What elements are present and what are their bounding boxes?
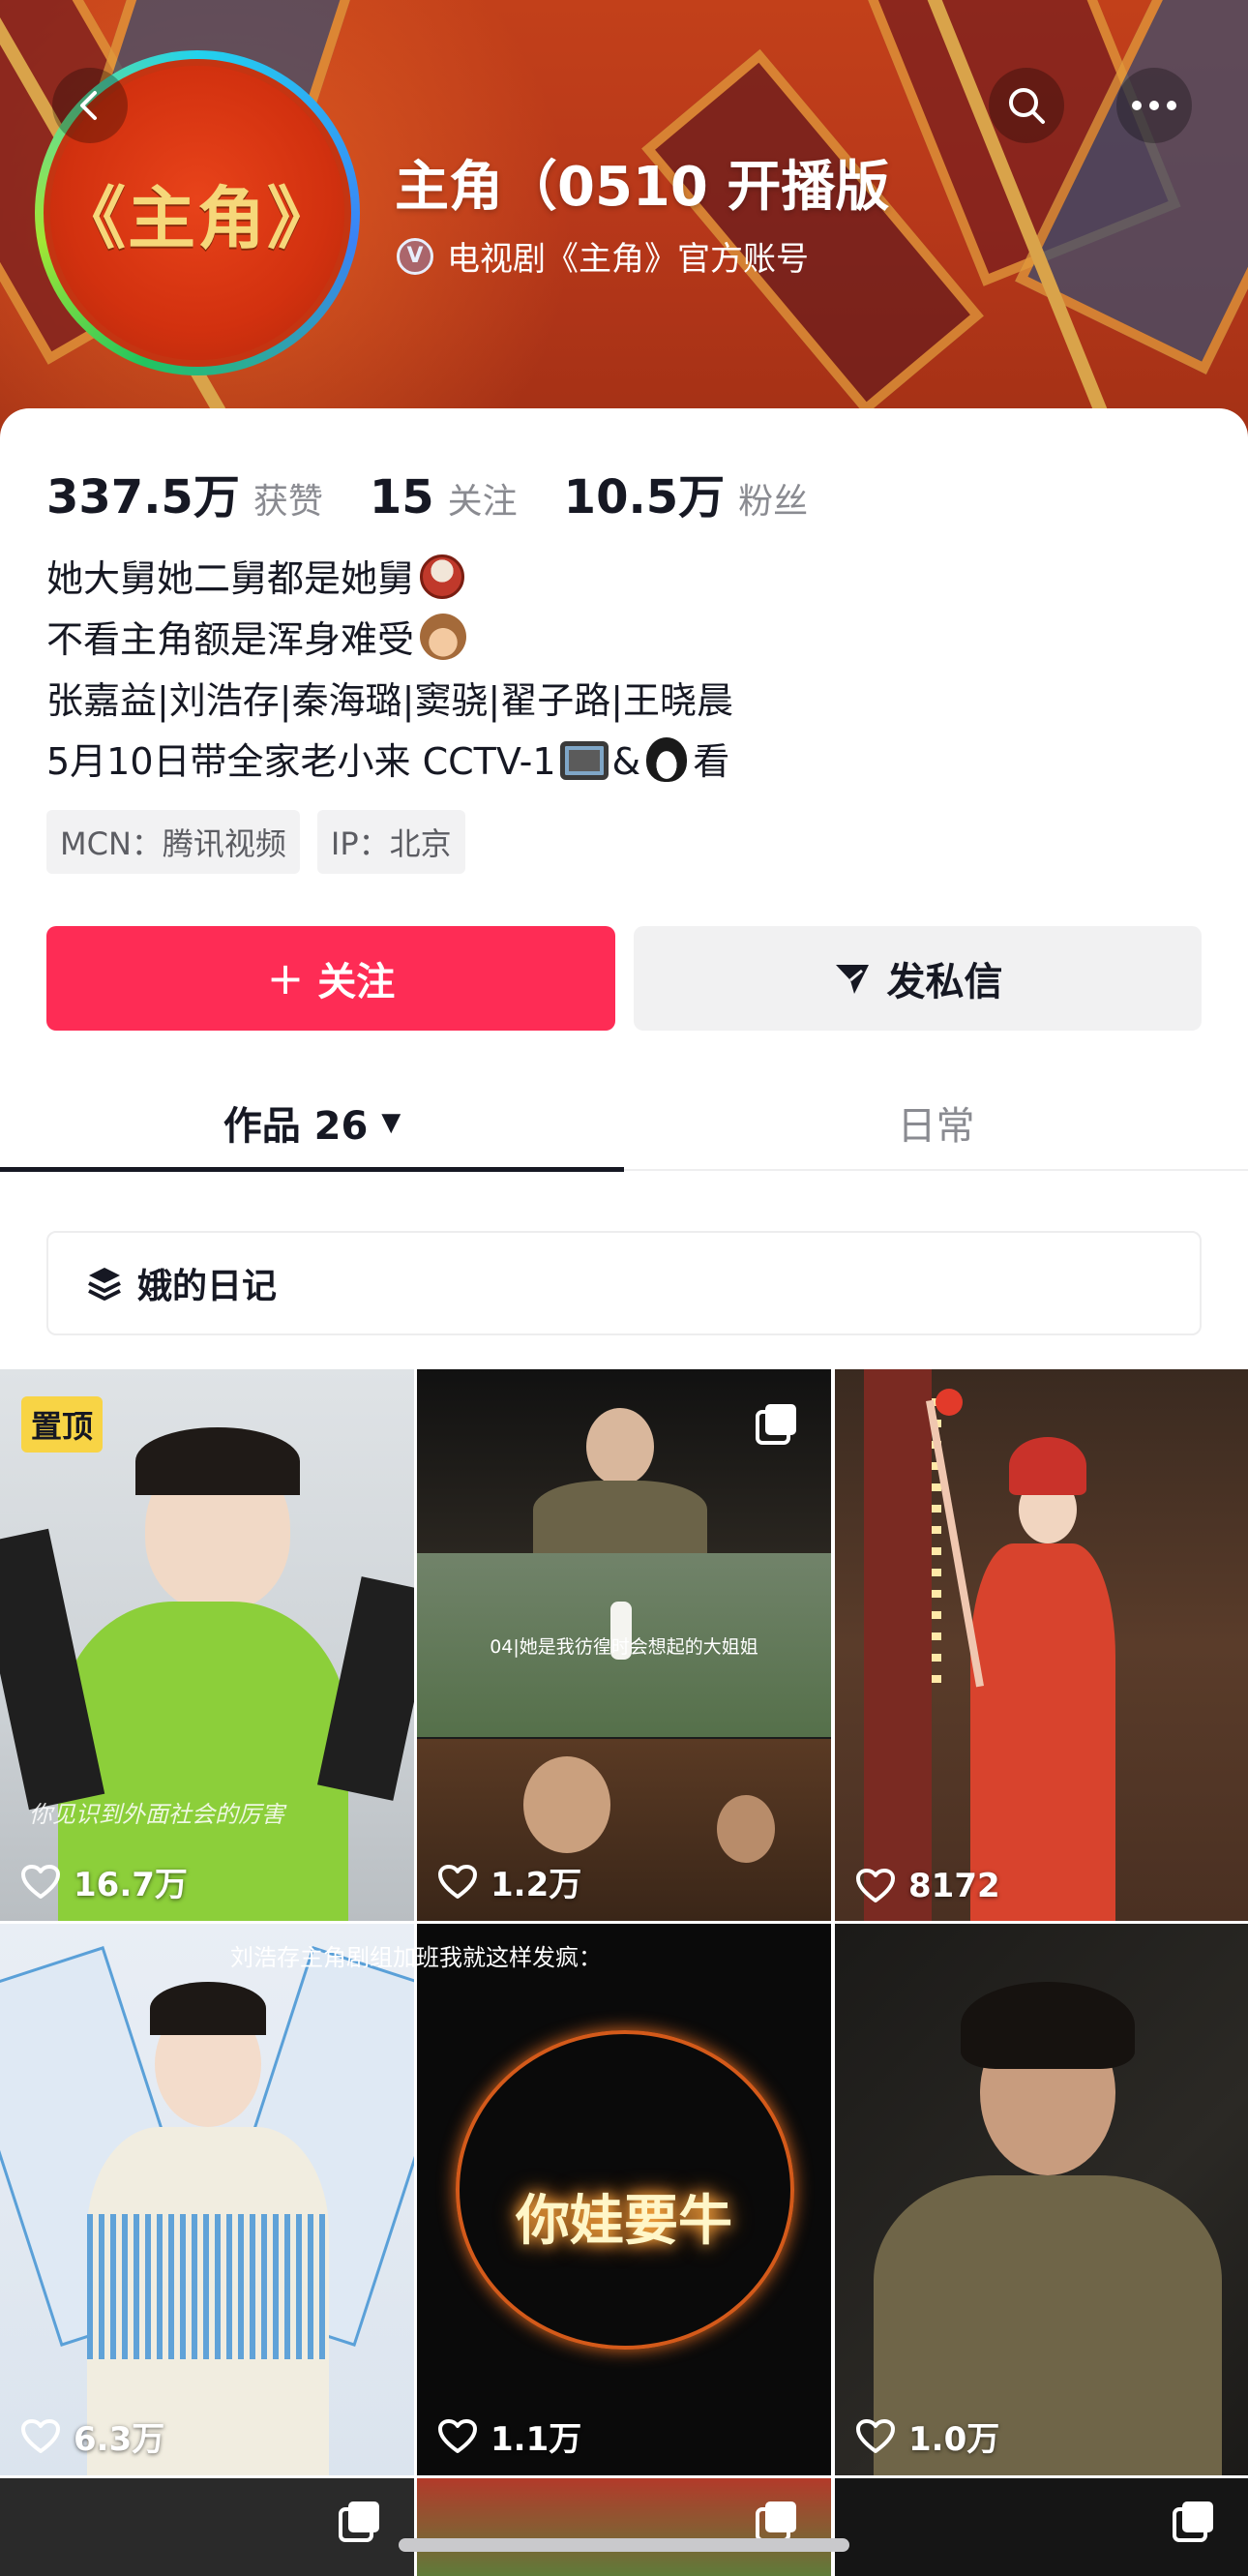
drum-emoji-icon — [420, 554, 465, 599]
tab-daily-label: 日常 — [897, 1104, 975, 1149]
bio-line: 她大舅她二舅都是她舅 — [46, 549, 733, 610]
follow-label: 关注 — [317, 960, 396, 1004]
row-caption: 刘浩存主角剧组加班我就这样发疯： — [230, 1944, 602, 1971]
video-tile[interactable]: 8172 — [835, 1369, 1248, 1921]
bio-line: 5月10日带全家老小来 CCTV-1 & 看 — [46, 732, 733, 793]
multi-image-icon — [756, 2501, 796, 2542]
following-label[interactable]: 关注 — [448, 473, 518, 524]
video-tile[interactable]: 04|她是我彷徨时会想起的大姐姐 1.2万 — [417, 1369, 831, 1921]
bio-text: 不看主角额是浑身难受 — [46, 618, 415, 661]
stats-row: 337.5万 获赞 15 关注 10.5万 粉丝 — [46, 459, 854, 526]
likes-count: 16.7万 — [74, 1866, 188, 1904]
following-count[interactable]: 15 — [370, 470, 434, 524]
message-label: 发私信 — [886, 960, 1003, 1004]
ip-location-tag: IP：北京 — [316, 810, 465, 874]
likes-count: 1.0万 — [908, 2420, 1000, 2459]
likes-count: 8172 — [908, 1867, 1000, 1905]
multi-image-icon — [1173, 2501, 1213, 2542]
video-tile[interactable]: 你娃要牛 1.1万 — [417, 1924, 831, 2475]
likes-count: 1.2万 — [490, 1866, 582, 1904]
caret-down-icon: ▼ — [381, 1108, 401, 1137]
bio-line: 张嘉益|刘浩存|秦海璐|窦骁|翟子路|王晓晨 — [46, 671, 733, 732]
heart-icon — [856, 2418, 895, 2453]
bio-line: 不看主角额是浑身难受 — [46, 610, 733, 671]
heart-icon — [21, 2418, 60, 2453]
bio-cast-text: 张嘉益|刘浩存|秦海璐|窦骁|翟子路|王晓晨 — [46, 679, 734, 722]
verified-icon: V — [397, 237, 433, 275]
video-likes: 1.2万 — [438, 1858, 581, 1905]
verification-row: V 电视剧《主角》官方账号 — [397, 232, 809, 280]
video-tile[interactable]: 6.3万 — [0, 1924, 414, 2475]
likes-count: 337.5万 — [46, 470, 240, 524]
video-caption: 你见识到外面社会的厉害 — [29, 1801, 284, 1828]
bio-text: 看 — [693, 740, 730, 783]
content-tabs: 作品 26 ▼ 日常 — [0, 1076, 1248, 1172]
video-thumbnail — [835, 1369, 1248, 1921]
search-icon — [1009, 88, 1045, 124]
video-tile[interactable] — [417, 2478, 831, 2576]
back-icon — [80, 91, 97, 120]
back-button[interactable] — [52, 68, 128, 143]
profile-tags: MCN：腾讯视频 IP：北京 — [46, 810, 483, 874]
avatar-logo-text: 《主角》 — [58, 177, 337, 258]
bio: 她大舅她二舅都是她舅 不看主角额是浑身难受 张嘉益|刘浩存|秦海璐|窦骁|翟子路… — [46, 549, 733, 793]
video-tile[interactable] — [0, 2478, 414, 2576]
layers-icon — [88, 1268, 121, 1301]
video-caption: 04|她是我彷徨时会想起的大姐姐 — [490, 1636, 758, 1658]
more-button[interactable] — [1116, 68, 1192, 143]
heart-icon — [438, 1864, 477, 1899]
penguin-emoji-icon — [646, 737, 688, 782]
video-thumbnail — [835, 1924, 1248, 2475]
tv-emoji-icon — [559, 741, 609, 780]
plus-icon: + — [266, 952, 305, 1004]
home-indicator[interactable] — [399, 2538, 849, 2552]
followers-count[interactable]: 10.5万 — [564, 459, 725, 526]
collection-entry[interactable]: 娥的日记 — [46, 1231, 1202, 1335]
heart-icon — [21, 1864, 60, 1899]
multi-image-icon — [756, 1404, 796, 1445]
video-likes: 1.0万 — [856, 2412, 999, 2460]
video-likes: 8172 — [856, 1867, 1000, 1905]
profile-name: 主角（0510 开播版 — [395, 156, 890, 219]
bio-text: & — [611, 740, 641, 783]
tab-daily[interactable]: 日常 — [624, 1076, 1248, 1169]
video-tile[interactable]: 置顶 你见识到外面社会的厉害 16.7万 — [0, 1369, 414, 1921]
tab-works-label: 作品 26 — [223, 1104, 369, 1149]
message-button[interactable]: 发私信 — [634, 926, 1202, 1031]
video-overlay-text: 你娃要牛 — [516, 2190, 732, 2253]
pinned-badge: 置顶 — [21, 1396, 104, 1453]
tab-works[interactable]: 作品 26 ▼ — [0, 1076, 624, 1169]
video-tile[interactable] — [835, 2478, 1248, 2576]
video-likes: 1.1万 — [438, 2412, 581, 2460]
more-icon — [1132, 101, 1176, 110]
profile-banner: 《主角》 主角（0510 开播版 V 电视剧《主角》官方账号 — [0, 0, 1248, 455]
monkey-emoji-icon — [420, 614, 467, 660]
video-likes: 16.7万 — [21, 1858, 188, 1905]
video-likes: 6.3万 — [21, 2412, 164, 2460]
video-thumbnail — [0, 1924, 414, 2475]
collection-label: 娥的日记 — [137, 1267, 278, 1306]
bio-text: 5月10日带全家老小来 CCTV-1 — [46, 740, 556, 783]
bio-text: 她大舅她二舅都是她舅 — [46, 557, 415, 600]
followers-label[interactable]: 粉丝 — [738, 473, 808, 524]
active-tab-indicator — [0, 1167, 624, 1172]
multi-image-icon — [339, 2501, 379, 2542]
follow-button[interactable]: + 关注 — [46, 926, 615, 1031]
send-icon — [835, 965, 869, 994]
verification-text: 电视剧《主角》官方账号 — [447, 240, 809, 279]
likes-count: 1.1万 — [490, 2420, 582, 2459]
likes-label: 获赞 — [253, 482, 323, 522]
mcn-tag: MCN：腾讯视频 — [46, 810, 300, 874]
video-tile[interactable]: 1.0万 — [835, 1924, 1248, 2475]
search-button[interactable] — [989, 68, 1064, 143]
heart-icon — [438, 2418, 477, 2453]
heart-icon — [856, 1869, 895, 1902]
likes-count: 6.3万 — [74, 2420, 165, 2459]
